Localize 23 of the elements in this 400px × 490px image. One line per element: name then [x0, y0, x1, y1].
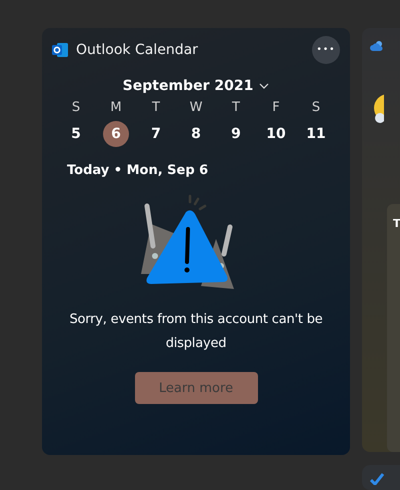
weekday-label: F: [272, 100, 280, 115]
calendar-day[interactable]: 6: [103, 121, 129, 147]
calendar-day[interactable]: 8: [183, 121, 209, 147]
more-button[interactable]: •••: [312, 36, 340, 64]
calendar-day[interactable]: 11: [303, 121, 329, 147]
month-label: September 2021: [122, 78, 254, 94]
calendar-day[interactable]: 9: [223, 121, 249, 147]
weekday-label: S: [72, 100, 80, 115]
outlook-icon: [52, 42, 68, 58]
weekday-label: W: [190, 100, 202, 115]
weekday-label: S: [312, 100, 320, 115]
calendar-day[interactable]: 10: [263, 121, 289, 147]
chevron-icon[interactable]: [259, 83, 270, 89]
error-message: Sorry, events from this account can't be displayed: [68, 311, 324, 353]
cloud-icon: [370, 40, 384, 52]
calendar-day[interactable]: 7: [143, 121, 169, 147]
agenda-heading: Today • Mon, Sep 6: [67, 163, 210, 178]
calendar-day[interactable]: 5: [63, 121, 89, 147]
weekday-label: T: [152, 100, 160, 115]
weekday-label: T: [232, 100, 240, 115]
widget-title: Outlook Calendar: [76, 42, 199, 58]
weekday-label: M: [110, 100, 122, 115]
checkmark-icon: [370, 473, 384, 485]
